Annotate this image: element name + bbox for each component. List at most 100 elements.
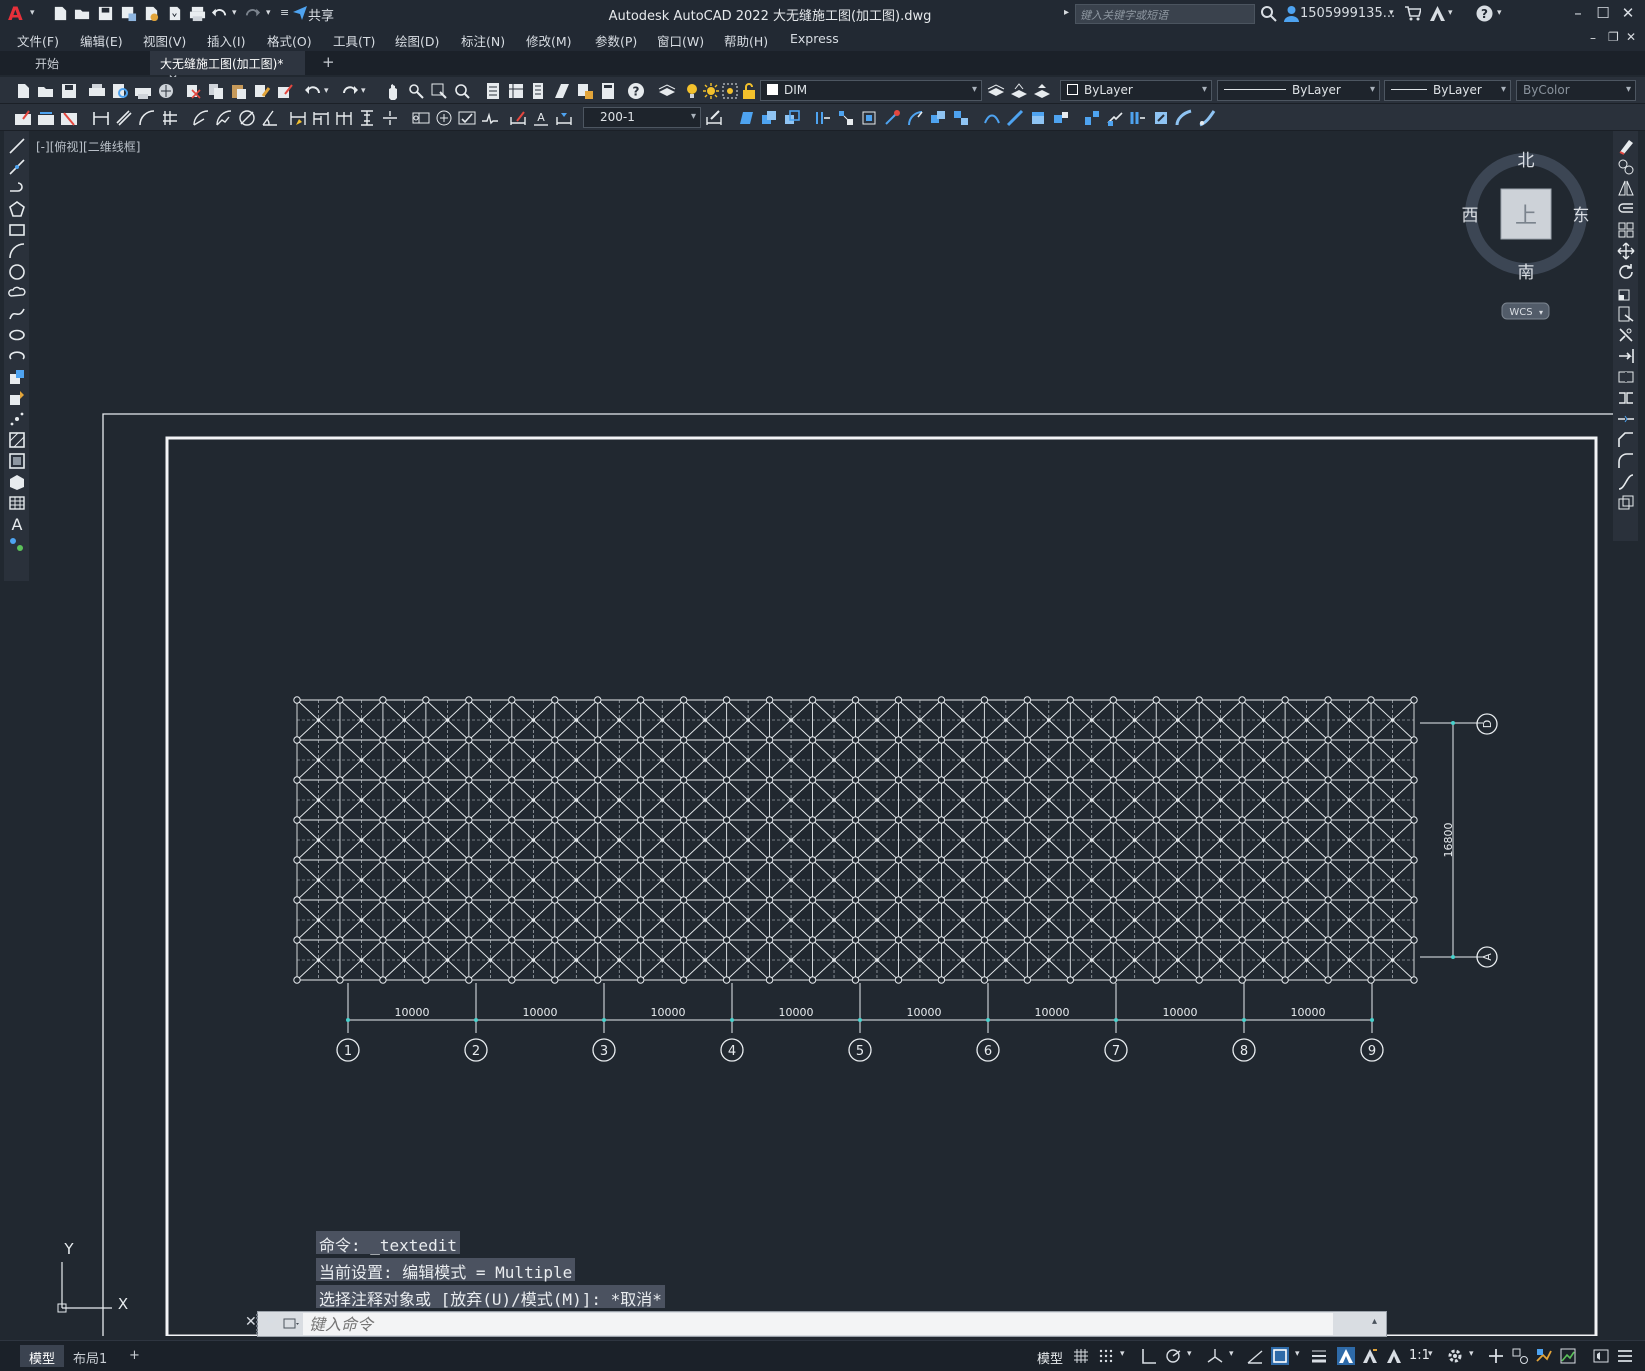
- user-icon[interactable]: [1283, 5, 1300, 22]
- doc-close-icon[interactable]: ✕: [1626, 30, 1636, 44]
- isodraft-icon[interactable]: [1206, 1347, 1224, 1365]
- design-center-icon[interactable]: [507, 82, 525, 100]
- annotation-visibility-icon[interactable]: [1337, 1347, 1355, 1365]
- chamfer-icon[interactable]: [1052, 109, 1070, 127]
- drawing-canvas[interactable]: 10000 10000 10000 10000 10000 10000 10000 10000…: [0, 131, 1645, 1336]
- new-file-icon[interactable]: [52, 5, 69, 22]
- undo-icon[interactable]: [211, 5, 228, 22]
- compass-west[interactable]: 西: [1462, 206, 1479, 226]
- tab-layout1[interactable]: 布局1: [64, 1345, 116, 1367]
- undo-icon[interactable]: [304, 82, 322, 100]
- dimedit-icon[interactable]: [509, 109, 527, 127]
- dim-diameter-icon[interactable]: [238, 109, 256, 127]
- lineweight-display-icon[interactable]: [1310, 1347, 1328, 1365]
- doc-minimize-icon[interactable]: –: [1590, 31, 1596, 45]
- plot-preview-icon[interactable]: [111, 82, 129, 100]
- dim-edit-icon[interactable]: [14, 109, 32, 127]
- app-menu-chevron-icon[interactable]: ▾: [30, 8, 35, 18]
- lineweight-dropdown[interactable]: ByLayer ▾: [1384, 80, 1511, 101]
- quick-dim-icon[interactable]: [289, 109, 307, 127]
- cart-icon[interactable]: [1404, 5, 1423, 22]
- menu-modify[interactable]: 修改(M): [526, 31, 572, 50]
- publish-icon[interactable]: [134, 82, 152, 100]
- plot-icon[interactable]: [189, 5, 206, 22]
- help-toolbar-icon[interactable]: ?: [627, 82, 645, 100]
- make-current-layer-icon[interactable]: [987, 82, 1005, 100]
- lengthen-icon[interactable]: [1175, 109, 1193, 127]
- scale-icon[interactable]: [906, 109, 924, 127]
- osnap-dropdown-icon[interactable]: ▾: [1295, 1349, 1300, 1359]
- layer-on-bulb-icon[interactable]: [683, 82, 701, 100]
- command-close-icon[interactable]: ✕: [245, 1314, 257, 1330]
- polar-tracking-icon[interactable]: [1164, 1347, 1182, 1365]
- command-history-toggle-icon[interactable]: ▴: [1372, 1316, 1377, 1327]
- search-expand-icon[interactable]: ▸: [1064, 7, 1069, 18]
- menu-dimension[interactable]: 标注(N): [461, 31, 505, 50]
- customize-statusbar-icon[interactable]: [1616, 1347, 1634, 1365]
- undo-dropdown-icon[interactable]: ▾: [232, 8, 237, 18]
- object-snap-icon[interactable]: [1271, 1347, 1289, 1365]
- graphics-performance-icon[interactable]: [1559, 1347, 1577, 1365]
- tab-document[interactable]: 大无缝施工图(加工图)* ✕: [150, 51, 305, 86]
- match-properties-icon[interactable]: [253, 82, 271, 100]
- break-icon[interactable]: [1006, 109, 1024, 127]
- pan-icon[interactable]: [384, 82, 402, 100]
- save-icon[interactable]: [60, 82, 78, 100]
- copy-object-icon[interactable]: [760, 109, 778, 127]
- save-web-icon[interactable]: [166, 5, 183, 22]
- menu-file[interactable]: 文件(F): [17, 31, 59, 50]
- workspace-gear-icon[interactable]: [1446, 1347, 1464, 1365]
- polar-dropdown-icon[interactable]: ▾: [1187, 1349, 1192, 1359]
- center-mark-icon[interactable]: [435, 109, 453, 127]
- jogged-linear-icon[interactable]: [481, 109, 499, 127]
- plotstyle-dropdown[interactable]: ByColor ▾: [1516, 80, 1636, 101]
- menu-tools[interactable]: 工具(T): [333, 31, 375, 50]
- zoom-previous-icon[interactable]: [453, 82, 471, 100]
- blend-curves-icon[interactable]: [1198, 109, 1216, 127]
- ortho-icon[interactable]: [1140, 1347, 1158, 1365]
- new-tab-icon[interactable]: +: [322, 53, 335, 71]
- scale-dropdown-icon[interactable]: ▾: [1428, 1349, 1433, 1359]
- inspect-icon[interactable]: [458, 109, 476, 127]
- sheet-set-icon[interactable]: [553, 82, 571, 100]
- recent-commands-icon[interactable]: [283, 1315, 301, 1333]
- redo-dropdown-icon[interactable]: ▾: [266, 8, 271, 18]
- snap-icon[interactable]: [1097, 1347, 1115, 1365]
- object-snap-tracking-icon[interactable]: [1246, 1347, 1264, 1365]
- redo-icon[interactable]: [244, 5, 261, 22]
- array-icon[interactable]: [837, 109, 855, 127]
- search-icon[interactable]: [1260, 5, 1277, 22]
- tab-start[interactable]: 开始: [25, 51, 145, 75]
- paste-icon[interactable]: [230, 82, 248, 100]
- tolerance-icon[interactable]: [412, 109, 430, 127]
- minimize-icon[interactable]: –: [1568, 4, 1588, 24]
- annotation-scale-value[interactable]: 1:1: [1409, 1348, 1430, 1363]
- autodesk-a360-icon[interactable]: [1429, 5, 1446, 22]
- dim-style-icon[interactable]: [60, 109, 78, 127]
- layer-viewport-icon[interactable]: [721, 82, 739, 100]
- join-icon[interactable]: [1029, 109, 1047, 127]
- stretch-icon[interactable]: [929, 109, 947, 127]
- menu-format[interactable]: 格式(O): [267, 31, 312, 50]
- open-icon[interactable]: [37, 82, 55, 100]
- zoom-realtime-icon[interactable]: [407, 82, 425, 100]
- dim-arc-icon[interactable]: [138, 109, 156, 127]
- qnew-icon[interactable]: [14, 82, 32, 100]
- dim-ordinate-icon[interactable]: [161, 109, 179, 127]
- customize-qat-icon[interactable]: ≡: [280, 6, 289, 19]
- block-editor-icon[interactable]: [276, 82, 294, 100]
- layer-dropdown[interactable]: DIM ▾: [760, 80, 982, 101]
- print-icon[interactable]: [88, 82, 106, 100]
- align-icon[interactable]: [1129, 109, 1147, 127]
- copy-icon[interactable]: [207, 82, 225, 100]
- share-icon[interactable]: [292, 5, 308, 21]
- trim-icon[interactable]: [952, 109, 970, 127]
- annotation-scale-icon[interactable]: [1385, 1347, 1403, 1365]
- autocad-logo-icon[interactable]: A: [8, 3, 28, 25]
- compass-east[interactable]: 东: [1573, 206, 1590, 226]
- menu-parametric[interactable]: 参数(P): [595, 31, 637, 50]
- space-truss-plan[interactable]: [293, 696, 1418, 984]
- help-dropdown-icon[interactable]: ▾: [1497, 8, 1502, 18]
- menu-help[interactable]: 帮助(H): [724, 31, 768, 50]
- model-space-toggle[interactable]: 模型: [1037, 1348, 1063, 1367]
